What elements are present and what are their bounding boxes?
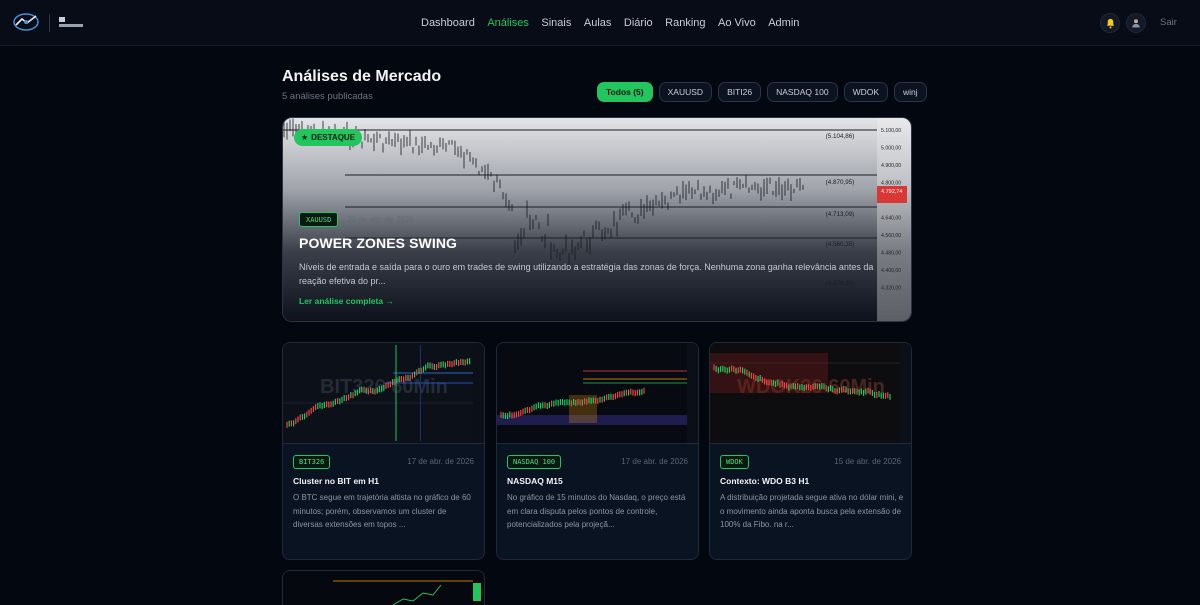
card-title: NASDAQ M15 bbox=[507, 476, 563, 486]
nav-link-dashboard[interactable]: Dashboard bbox=[421, 17, 475, 29]
nav-link-an-lises[interactable]: Análises bbox=[487, 17, 529, 29]
axis-tick-label: 4.800,00 bbox=[881, 181, 901, 187]
publish-date: 17 de abr. de 2026 bbox=[621, 457, 688, 466]
partner-logo-icon bbox=[59, 17, 83, 27]
logo-divider bbox=[49, 14, 50, 32]
level-label: (4.713,09) bbox=[826, 211, 855, 218]
page-title: Análises de Mercado bbox=[282, 68, 442, 85]
card-divider bbox=[497, 443, 698, 444]
axis-tick-label: 5.100,00 bbox=[881, 128, 901, 134]
card-title: Cluster no BIT em H1 bbox=[293, 476, 379, 486]
axis-tick-label: 4.480,00 bbox=[881, 251, 901, 257]
analysis-chart-thumbnail bbox=[283, 571, 484, 605]
featured-description: Níveis de entrada e saída para o ouro em… bbox=[299, 262, 874, 286]
read-more-link[interactable]: Ler análise completa → bbox=[299, 296, 394, 306]
user-avatar-button[interactable] bbox=[1126, 13, 1146, 33]
nav-link-aulas[interactable]: Aulas bbox=[584, 17, 612, 29]
analysis-chart-thumbnail: BIT326 60Min bbox=[283, 343, 484, 443]
bell-icon bbox=[1106, 18, 1114, 28]
nav-link-ranking[interactable]: Ranking bbox=[665, 17, 705, 29]
level-label: (4.560,35) bbox=[826, 241, 855, 248]
star-icon: ★ bbox=[301, 133, 309, 142]
main-nav: Dashboard Análises Sinais Aulas Diário Rankin… bbox=[421, 0, 799, 46]
logout-link[interactable]: Sair bbox=[1160, 17, 1177, 28]
nav-link-admin[interactable]: Admin bbox=[768, 17, 799, 29]
nav-link-ao-vivo[interactable]: Ao Vivo bbox=[718, 17, 756, 29]
filter-bar: Todos (5) XAUUSD BITI26 NASDAQ 100 WDOK winj bbox=[597, 82, 927, 102]
card-description: O BTC segue em trajetória altista no grá… bbox=[293, 493, 471, 529]
axis-tick-label: 4.640,00 bbox=[881, 216, 901, 222]
axis-tick-label: 5.000,00 bbox=[881, 146, 901, 152]
asset-tag[interactable]: NASDAQ 100 bbox=[507, 455, 562, 469]
filter-pill[interactable]: XAUUSD bbox=[658, 82, 713, 102]
trader-logo-icon[interactable] bbox=[12, 11, 40, 33]
analysis-chart-thumbnail: WDOK26 60Min bbox=[710, 343, 911, 443]
featured-badge-label: DESTAQUE bbox=[311, 133, 356, 142]
analysis-card[interactable]: NASDAQ 100 17 de abr. de 2026 NASDAQ M15… bbox=[496, 342, 699, 560]
card-divider bbox=[710, 443, 911, 444]
filter-pill[interactable]: BITI26 bbox=[718, 82, 762, 102]
publish-date: 23 de abr. de 2026 bbox=[347, 215, 414, 224]
level-label: (5.104,86) bbox=[826, 133, 855, 140]
user-icon bbox=[1132, 19, 1140, 28]
analysis-card[interactable]: BIT326 60Min BIT326 17 de abr. de 2026 C… bbox=[282, 342, 485, 560]
axis-tick-label: 4.560,00 bbox=[881, 233, 901, 239]
current-price-tag: 4.792,74 bbox=[881, 189, 902, 195]
top-navbar: Dashboard Análises Sinais Aulas Diário Rankin… bbox=[0, 0, 1200, 46]
publish-date: 17 de abr. de 2026 bbox=[407, 457, 474, 466]
card-description: A distribuição projetada segue ativa no … bbox=[720, 493, 904, 529]
card-description: No gráfico de 15 minutos do Nasdaq, o pr… bbox=[507, 493, 686, 529]
featured-badge: ★ DESTAQUE bbox=[294, 129, 363, 146]
card-divider bbox=[283, 443, 484, 444]
analysis-chart-thumbnail bbox=[497, 343, 698, 443]
card-title: Contexto: WDO B3 H1 bbox=[720, 476, 810, 486]
analysis-card-partial[interactable] bbox=[282, 570, 485, 605]
asset-tag[interactable]: XAUUSD bbox=[299, 212, 339, 227]
axis-tick-label: 4.900,00 bbox=[881, 163, 901, 169]
asset-tag[interactable]: BIT326 bbox=[293, 455, 331, 469]
nav-link-sinais[interactable]: Sinais bbox=[541, 17, 571, 29]
featured-title: POWER ZONES SWING bbox=[299, 235, 458, 251]
nav-link-di-rio[interactable]: Diário bbox=[624, 17, 653, 29]
asset-tag[interactable]: WDOK bbox=[720, 455, 749, 469]
level-label: (4.870,95) bbox=[826, 179, 855, 186]
publish-date: 15 de abr. de 2026 bbox=[834, 457, 901, 466]
filter-pill[interactable]: WDOK bbox=[843, 82, 889, 102]
notifications-button[interactable] bbox=[1100, 13, 1120, 33]
analysis-card[interactable]: WDOK26 60Min WDOK 15 de abr. de 2026 Con… bbox=[709, 342, 912, 560]
filter-pill[interactable]: NASDAQ 100 bbox=[767, 82, 838, 102]
filter-pill[interactable]: winj bbox=[894, 82, 927, 102]
featured-analysis-card[interactable]: (5.104,86) (4.870,95) (4.713,09) (4.560,35)… bbox=[282, 117, 912, 322]
filter-pill[interactable]: Todos (5) bbox=[597, 82, 653, 102]
page-subtitle: 5 análises publicadas bbox=[282, 91, 373, 102]
